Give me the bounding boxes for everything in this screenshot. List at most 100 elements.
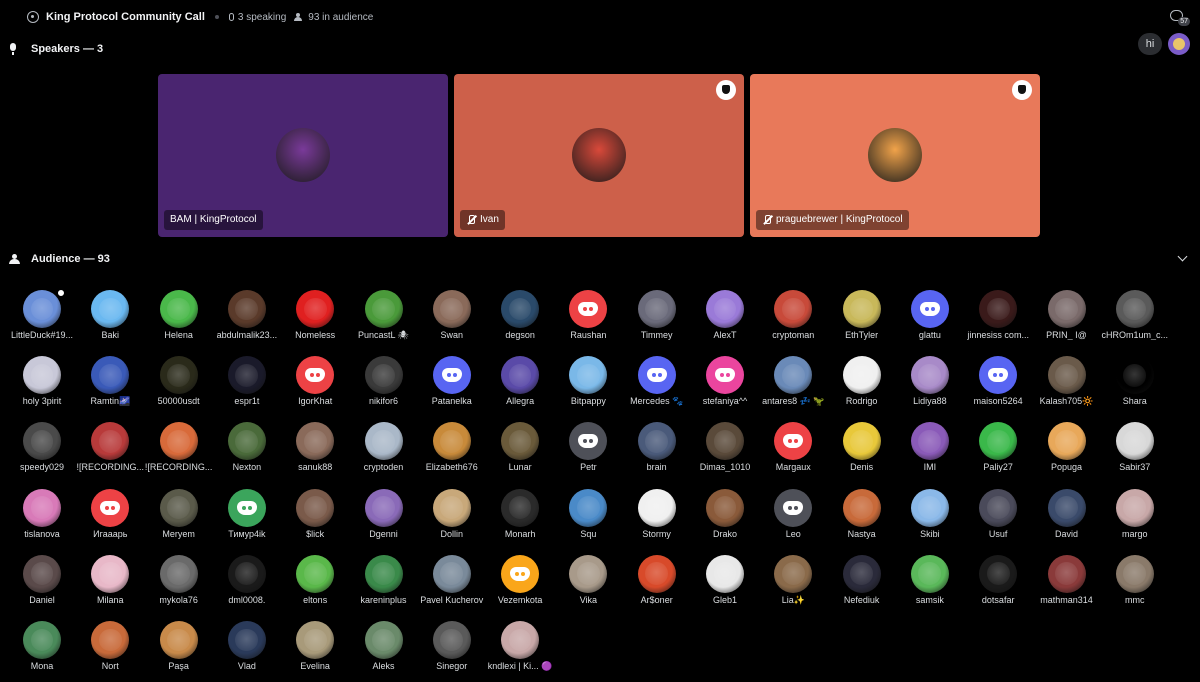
audience-member[interactable]: 50000usdt <box>144 353 214 415</box>
audience-member[interactable]: Vezemkota <box>485 552 555 614</box>
audience-member[interactable]: Aleks <box>349 618 419 680</box>
audience-member[interactable]: ![RECORDING... <box>75 419 145 481</box>
audience-member[interactable]: Тимур4ik <box>212 486 282 548</box>
audience-member[interactable]: Drako <box>690 486 760 548</box>
audience-member[interactable]: Nomeless <box>280 287 350 349</box>
audience-member[interactable]: Milana <box>75 552 145 614</box>
audience-member[interactable]: Baki <box>75 287 145 349</box>
hi-button[interactable]: hi <box>1138 33 1162 55</box>
threads-button[interactable]: 57 <box>1170 8 1190 26</box>
audience-member[interactable]: Paliy27 <box>963 419 1033 481</box>
audience-member[interactable]: Gleb1 <box>690 552 760 614</box>
audience-member[interactable]: PRIN_ I@ <box>1032 287 1102 349</box>
audience-member[interactable]: Pavel Kucherov <box>417 552 487 614</box>
audience-member[interactable]: samsik <box>895 552 965 614</box>
audience-member[interactable]: cHROm1um_c... <box>1100 287 1170 349</box>
audience-member[interactable]: Lia✨ <box>758 552 828 614</box>
audience-member[interactable]: brain <box>622 419 692 481</box>
audience-member[interactable]: Vika <box>553 552 623 614</box>
audience-member[interactable]: mykola76 <box>144 552 214 614</box>
audience-member[interactable]: Mercedes 🐾 <box>622 353 692 415</box>
audience-member[interactable]: Ramtin🌌 <box>75 353 145 415</box>
audience-member[interactable]: Popuga <box>1032 419 1102 481</box>
audience-member[interactable]: degson <box>485 287 555 349</box>
speaker-tile[interactable]: BAM | KingProtocol <box>158 74 448 237</box>
audience-member[interactable]: Swan <box>417 287 487 349</box>
audience-member[interactable]: Helena <box>144 287 214 349</box>
audience-member[interactable]: holy 3pirit <box>7 353 77 415</box>
audience-member[interactable]: ![RECORDING... <box>144 419 214 481</box>
audience-member[interactable]: Sinegor <box>417 618 487 680</box>
audience-member[interactable]: mmc <box>1100 552 1170 614</box>
audience-member[interactable]: Margaux <box>758 419 828 481</box>
current-user-avatar[interactable] <box>1168 33 1190 55</box>
audience-member[interactable]: dotsafar <box>963 552 1033 614</box>
audience-member[interactable]: kndlexi | Ki... 🟣 <box>485 618 555 680</box>
audience-member[interactable]: Leo <box>758 486 828 548</box>
audience-member[interactable]: Paşa <box>144 618 214 680</box>
audience-member[interactable]: stefaniya^^ <box>690 353 760 415</box>
audience-member[interactable]: Игааарь <box>75 486 145 548</box>
audience-member[interactable]: EthTyler <box>827 287 897 349</box>
audience-member[interactable]: kareninplus <box>349 552 419 614</box>
audience-member[interactable]: Petr <box>553 419 623 481</box>
audience-member[interactable]: cryptoden <box>349 419 419 481</box>
audience-member[interactable]: Nort <box>75 618 145 680</box>
audience-member[interactable]: Evelina <box>280 618 350 680</box>
audience-member[interactable]: Sabir37 <box>1100 419 1170 481</box>
audience-member[interactable]: Nastya <box>827 486 897 548</box>
audience-member[interactable]: Dgenni <box>349 486 419 548</box>
audience-member[interactable]: jinnesiss com... <box>963 287 1033 349</box>
audience-member[interactable]: PuncastL 🕷 <box>349 287 419 349</box>
speaker-tile[interactable]: Ivan <box>454 74 744 237</box>
audience-member[interactable]: Nefediuk <box>827 552 897 614</box>
audience-member[interactable]: sanuk88 <box>280 419 350 481</box>
audience-member[interactable]: eltons <box>280 552 350 614</box>
audience-member[interactable]: LittleDuck#19... <box>7 287 77 349</box>
audience-member[interactable]: Nexton <box>212 419 282 481</box>
chevron-down-icon[interactable] <box>1177 251 1188 262</box>
audience-member[interactable]: Stormy <box>622 486 692 548</box>
audience-member[interactable]: margo <box>1100 486 1170 548</box>
audience-member[interactable]: Denis <box>827 419 897 481</box>
audience-member[interactable]: Mona <box>7 618 77 680</box>
audience-member[interactable]: Patanelka <box>417 353 487 415</box>
audience-member[interactable]: speedy029 <box>7 419 77 481</box>
audience-member[interactable]: Ar$oner <box>622 552 692 614</box>
audience-member[interactable]: Monarh <box>485 486 555 548</box>
audience-member[interactable]: IMI <box>895 419 965 481</box>
audience-member[interactable]: espr1t <box>212 353 282 415</box>
audience-member[interactable]: Squ <box>553 486 623 548</box>
audience-member[interactable]: IgorKhat <box>280 353 350 415</box>
audience-member[interactable]: tislanova <box>7 486 77 548</box>
audience-member[interactable]: Timmey <box>622 287 692 349</box>
audience-member[interactable]: Skibi <box>895 486 965 548</box>
speaker-tile[interactable]: praguebrewer | KingProtocol <box>750 74 1040 237</box>
audience-member[interactable]: dml0008. <box>212 552 282 614</box>
audience-member[interactable]: Daniel <box>7 552 77 614</box>
audience-member[interactable]: Kalash705🔆 <box>1032 353 1102 415</box>
audience-member[interactable]: David <box>1032 486 1102 548</box>
audience-member[interactable]: nikifor6 <box>349 353 419 415</box>
audience-member[interactable]: glattu <box>895 287 965 349</box>
audience-member[interactable]: Lunar <box>485 419 555 481</box>
audience-member[interactable]: cryptoman <box>758 287 828 349</box>
audience-member[interactable]: Shara <box>1100 353 1170 415</box>
audience-member[interactable]: Rodrigo <box>827 353 897 415</box>
audience-member[interactable]: Raushan <box>553 287 623 349</box>
audience-member[interactable]: Bitpappy <box>553 353 623 415</box>
audience-member[interactable]: mathman314 <box>1032 552 1102 614</box>
audience-section-header[interactable]: Audience — 93 <box>0 248 1200 270</box>
audience-member[interactable]: $lick <box>280 486 350 548</box>
audience-member[interactable]: Usuf <box>963 486 1033 548</box>
audience-member[interactable]: Dimas_1010 <box>690 419 760 481</box>
audience-member[interactable]: Lidiya88 <box>895 353 965 415</box>
audience-member[interactable]: Elizabeth676 <box>417 419 487 481</box>
audience-member[interactable]: AlexT <box>690 287 760 349</box>
audience-member[interactable]: antares8 💤 🦖 <box>758 353 828 415</box>
audience-member[interactable]: Vlad <box>212 618 282 680</box>
audience-member[interactable]: Allegra <box>485 353 555 415</box>
audience-member[interactable]: Meryem <box>144 486 214 548</box>
audience-member[interactable]: Dollin <box>417 486 487 548</box>
audience-member[interactable]: abdulmalik23... <box>212 287 282 349</box>
